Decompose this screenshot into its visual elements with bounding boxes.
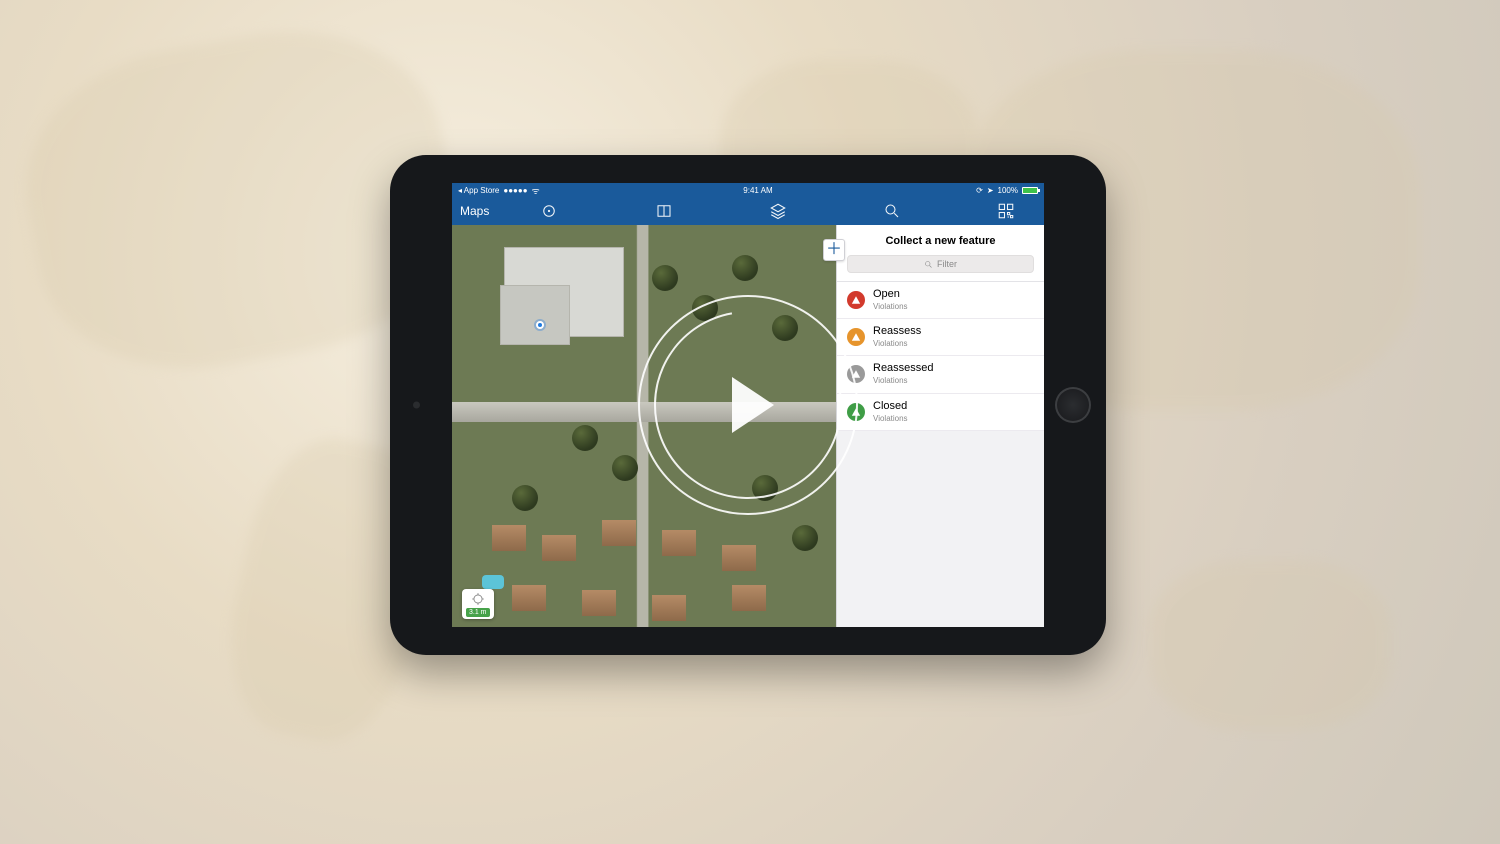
ipad-home-button[interactable] (1055, 387, 1091, 423)
bookmarks-button[interactable] (634, 202, 694, 220)
gps-target-icon (540, 202, 558, 220)
feature-list: OpenViolations ReassessViolations Reasse… (837, 281, 1044, 431)
battery-icon (1022, 187, 1038, 194)
clock: 9:41 AM (544, 186, 972, 195)
gps-distance: 3.1 m (466, 608, 490, 617)
gps-target-icon (471, 592, 485, 606)
search-button[interactable] (862, 202, 922, 220)
ipad-screen: ◂ App Store ●●●●● ᯤ 9:41 AM ⟳ ➤ 100% Map… (452, 183, 1044, 627)
feature-panel: ＋ Collect a new feature Filter OpenViola… (836, 225, 1044, 627)
ipad-device-frame: ◂ App Store ●●●●● ᯤ 9:41 AM ⟳ ➤ 100% Map… (390, 155, 1106, 655)
ipad-camera (413, 402, 420, 409)
qr-icon (997, 202, 1015, 220)
filter-placeholder: Filter (937, 259, 957, 269)
ios-status-bar: ◂ App Store ●●●●● ᯤ 9:41 AM ⟳ ➤ 100% (452, 183, 1044, 197)
feature-open[interactable]: OpenViolations (837, 282, 1044, 319)
qr-button[interactable] (976, 202, 1036, 220)
battery-percent: 100% (998, 186, 1018, 195)
wifi-icon: ᯤ (532, 184, 540, 197)
gps-accuracy-pill[interactable]: 3.1 m (462, 589, 494, 619)
signal-dots: ●●●●● (503, 186, 527, 195)
feature-closed[interactable]: ClosedViolations (837, 394, 1044, 431)
locate-button[interactable] (519, 202, 579, 220)
play-button[interactable] (638, 295, 858, 515)
feature-reassess[interactable]: ReassessViolations (837, 319, 1044, 356)
warning-icon (847, 291, 865, 309)
map-building (500, 285, 570, 345)
app-toolbar: Maps (452, 197, 1044, 225)
bookmark-icon (655, 202, 673, 220)
location-icon: ➤ (987, 186, 994, 195)
user-location-dot (536, 321, 544, 329)
back-to-app[interactable]: ◂ App Store (458, 186, 499, 195)
feature-reassessed[interactable]: ReassessedViolations (837, 356, 1044, 393)
orientation-lock-icon: ⟳ (976, 186, 983, 195)
layers-icon (769, 202, 787, 220)
add-feature-button[interactable]: ＋ (823, 239, 845, 261)
panel-title: Collect a new feature (837, 225, 1044, 255)
search-icon (883, 202, 901, 220)
search-icon (924, 260, 933, 269)
maps-back-button[interactable]: Maps (460, 204, 489, 218)
filter-input[interactable]: Filter (847, 255, 1034, 273)
layers-button[interactable] (748, 202, 808, 220)
warning-icon (847, 328, 865, 346)
